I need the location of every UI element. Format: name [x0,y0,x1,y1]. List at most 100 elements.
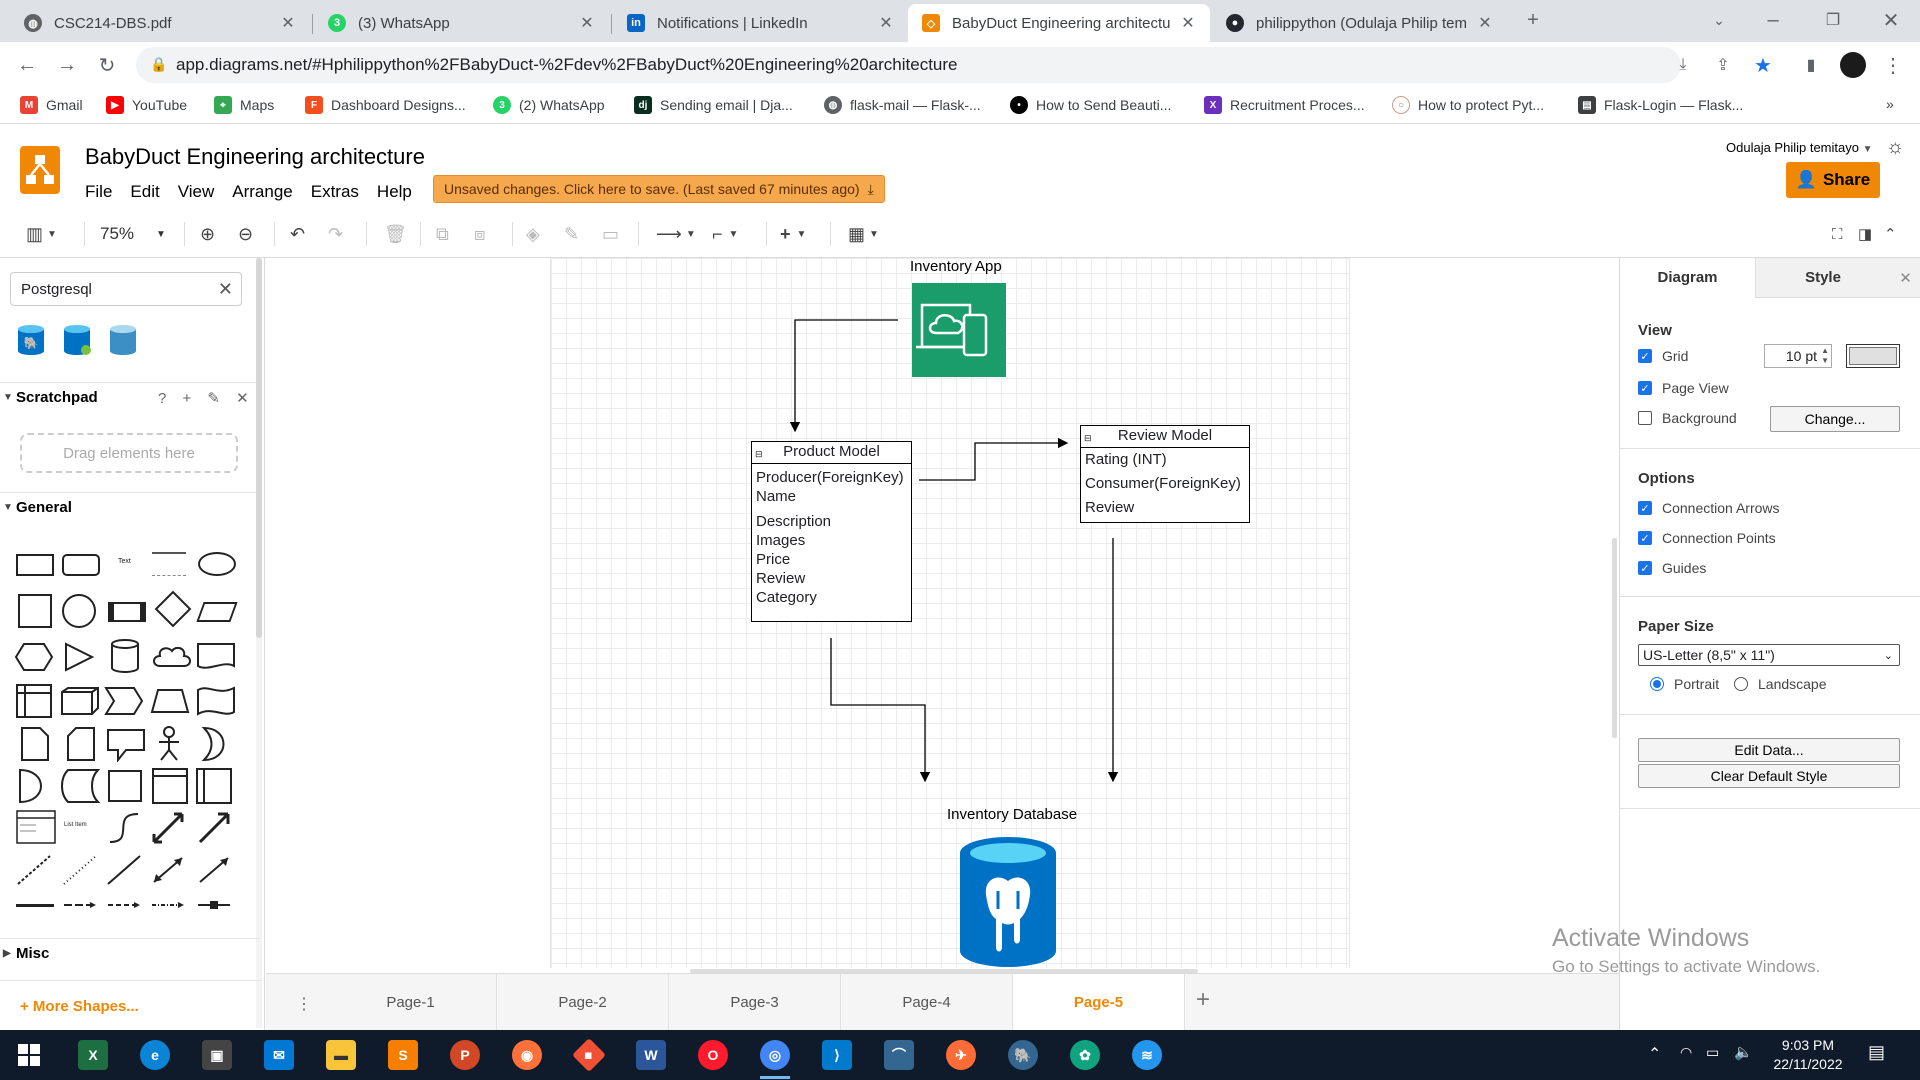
user-menu[interactable]: Odulaja Philip temitayo ▼ [1726,140,1873,155]
card-shape[interactable] [66,726,96,765]
page-view-checkbox[interactable]: ✓ Page View [1638,380,1729,396]
redo-icon[interactable]: ↷ [328,222,343,246]
docker-icon[interactable]: ≋ [1132,1040,1162,1070]
view-panels-icon[interactable]: ▥ ▼ [26,222,57,246]
chatgpt-icon[interactable]: ✿ [1070,1040,1100,1070]
reload-button[interactable]: ↻ [92,50,122,80]
undo-icon[interactable]: ↶ [290,222,305,246]
pgadmin-icon[interactable]: ⌒ [884,1040,914,1070]
bookmark-star-icon[interactable]: ★ [1748,50,1778,80]
connection-arrow-icon[interactable]: ⟶ ▼ [656,222,696,246]
to-front-icon[interactable]: ⧉ [436,222,449,246]
zoom-in-icon[interactable]: ⊕ [200,222,215,246]
menu-edit[interactable]: Edit [130,182,169,202]
dotted-line-shape[interactable] [62,854,98,889]
scratchpad-tools[interactable]: ? + ✎ ✕ [158,389,255,407]
collapse-icon[interactable]: ⊟ [1084,428,1092,448]
field-images[interactable]: Images [756,531,907,550]
tab-diagram[interactable]: Diagram [1620,258,1755,298]
product-to-review-connector[interactable] [919,437,1069,481]
fullscreen-icon[interactable]: ⛶ [1832,222,1843,246]
curve-shape[interactable] [106,810,142,849]
bookmark-maps[interactable]: ⌖ Maps [214,96,274,114]
product-to-db-connector[interactable] [830,638,931,783]
close-panel-icon[interactable]: ✕ [1890,258,1920,298]
field-category[interactable]: Category [756,588,907,607]
field-price[interactable]: Price [756,550,907,569]
minimize-button[interactable]: – [1758,5,1788,35]
grid-size-input[interactable]: 10 pt ▲ ▼ [1764,344,1832,368]
product-model-header[interactable]: ⊟ Product Model [752,442,911,464]
hexagon-shape[interactable] [14,642,54,675]
diagram-page[interactable]: Inventory App ⊟ Product Model Producer(Fo… [550,258,1350,968]
word-icon[interactable]: W [636,1040,666,1070]
stepper-icon[interactable]: ▲ ▼ [1821,346,1829,366]
vscode-icon[interactable]: ⟩ [822,1040,852,1070]
back-button[interactable]: ← [12,50,42,80]
app-to-product-connector[interactable] [789,319,898,433]
pages-menu-icon[interactable]: ⋮ [296,994,312,1014]
or-shape[interactable] [200,726,230,765]
table-icon[interactable]: ▦ ▼ [848,222,879,246]
review-model-header[interactable]: ⊟ Review Model [1081,426,1249,448]
bookmark-django[interactable]: dj Sending email | Dja... [634,96,793,114]
delete-icon[interactable]: 🗑 [384,222,407,246]
collapse-icon[interactable]: ⊟ [755,444,763,464]
process-shape[interactable] [108,602,146,622]
directional-connector-shape[interactable] [196,854,232,889]
shadow-icon[interactable]: ▭ [602,222,619,246]
postgresql-shape-1-icon[interactable]: 🐘 [16,324,46,359]
store-icon[interactable]: ▣ [202,1040,232,1070]
document-shape[interactable] [196,642,236,675]
list-item-shape[interactable]: List Item [64,822,87,828]
grid-checkbox[interactable]: ✓ Grid [1638,348,1688,364]
field-producer[interactable]: Producer(ForeignKey) [756,468,907,487]
field-rating[interactable]: Rating (INT) [1085,448,1245,472]
download-icon[interactable]: ⤓ [1668,50,1698,80]
field-description[interactable]: Description [756,512,907,531]
powerpoint-icon[interactable]: P [450,1040,480,1070]
bookmarks-overflow-icon[interactable]: » [1886,96,1894,112]
volume-icon[interactable]: 🔈 [1734,1043,1753,1061]
browser-tab-pdf[interactable]: ◍ CSC214-DBS.pdf ✕ [10,4,310,42]
fill-color-icon[interactable]: ◈ [526,222,540,246]
bookmark-whatsapp[interactable]: 3 (2) WhatsApp [493,96,605,114]
dashed-line-shape[interactable] [16,854,52,889]
and-shape[interactable] [18,768,48,807]
callout-shape[interactable] [106,728,146,765]
triangle-shape[interactable] [62,642,96,675]
address-bar[interactable]: 🔒 app.diagrams.net/#Hphilippython%2FBaby… [136,47,1681,83]
profile-avatar[interactable] [1838,50,1868,80]
landscape-radio[interactable]: Landscape [1734,676,1827,692]
bookmark-youtube[interactable]: ▶ YouTube [106,96,187,114]
chrome-icon[interactable]: ◎ [760,1040,790,1079]
edge-icon[interactable]: e [140,1040,170,1070]
dashed-arrow-shape[interactable] [106,898,142,915]
collapse-chevron-icon[interactable]: ⌃ [1884,222,1897,246]
menu-help[interactable]: Help [377,182,422,202]
share-page-icon[interactable]: ⇪ [1708,50,1738,80]
internal-storage-shape[interactable] [16,684,52,721]
chrome-menu-icon[interactable]: ⋮ [1878,50,1908,80]
link-arrow-shape[interactable] [62,898,98,915]
list-shape[interactable] [16,810,56,849]
page-tab-1[interactable]: Page-1 [325,974,497,1031]
tab-search-chevron-icon[interactable]: ⌄ [1704,5,1734,35]
postgresql-icon[interactable]: 🐘 [1008,1040,1038,1070]
battery-icon[interactable]: ▭ [1706,1044,1719,1061]
menu-view[interactable]: View [178,182,225,202]
theme-sun-icon[interactable]: ☼ [1886,136,1904,159]
system-clock[interactable]: 9:03 PM 22/11/2022 [1766,1036,1850,1074]
bidirectional-arrow-shape[interactable] [150,810,186,849]
inventory-app-icon[interactable] [912,283,1006,377]
ellipse-shape[interactable] [198,552,236,576]
connection-arrows-checkbox[interactable]: ✓ Connection Arrows [1638,500,1780,516]
connection-points-checkbox[interactable]: ✓ Connection Points [1638,530,1776,546]
field-review[interactable]: Review [756,569,907,588]
inventory-app-label[interactable]: Inventory App [910,258,1002,275]
shape-search-input[interactable]: Postgresql ✕ [10,272,242,306]
postgresql-shape-2-icon[interactable] [62,324,92,359]
format-panel-toggle-icon[interactable]: ◨ [1858,222,1872,246]
field-consumer[interactable]: Consumer(ForeignKey) [1085,472,1245,496]
vertical-swimlane-shape[interactable] [196,768,232,807]
